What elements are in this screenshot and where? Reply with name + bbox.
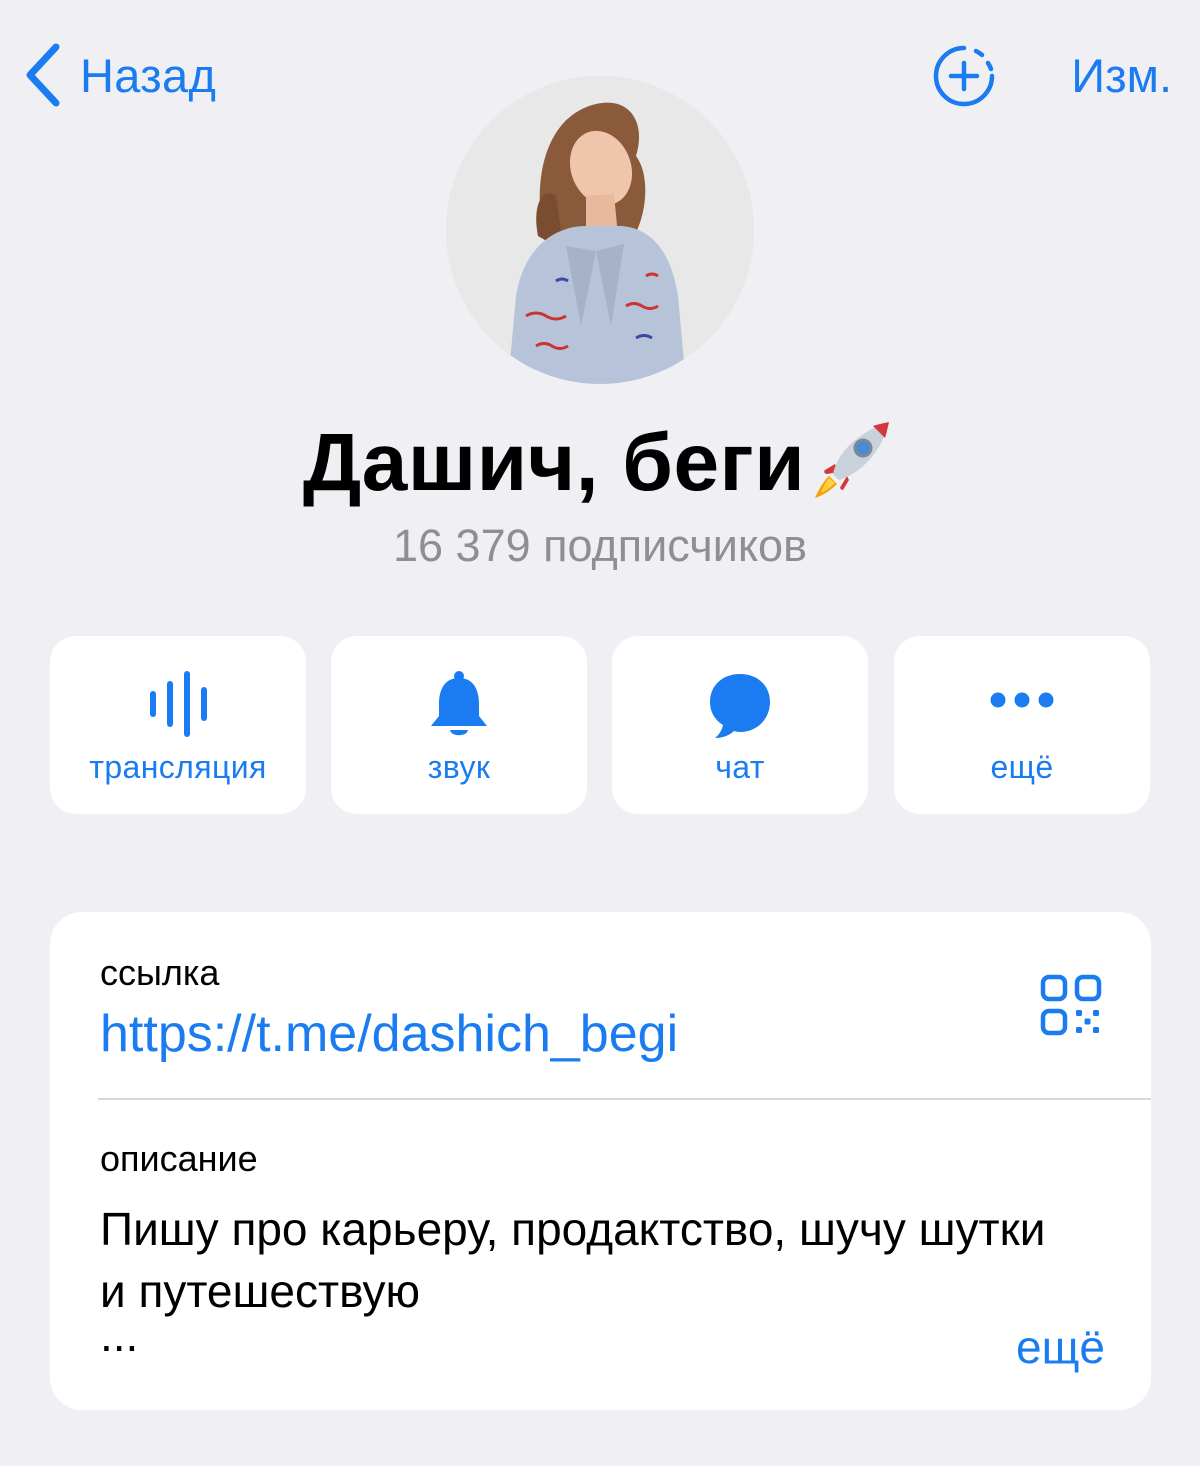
description-ellipsis: ... bbox=[100, 1309, 139, 1361]
more-label: ещё bbox=[990, 749, 1054, 785]
subscriber-count: 16 379 подписчиков bbox=[392, 520, 807, 571]
divider bbox=[98, 1098, 1151, 1100]
edit-button[interactable]: Изм. bbox=[1071, 48, 1172, 103]
qr-code-icon[interactable] bbox=[1040, 974, 1102, 1036]
back-button[interactable]: Назад bbox=[22, 38, 216, 112]
voice-chat-button[interactable]: трансляция bbox=[50, 636, 306, 814]
action-buttons-row: трансляция звук чат ещё bbox=[50, 636, 1151, 814]
channel-profile-screen: Назад Изм. Дашич, беги 16 379 подписчико… bbox=[0, 0, 1200, 1466]
link-section-title: ссылка bbox=[100, 952, 220, 993]
channel-link[interactable]: https://t.me/dashich_begi bbox=[100, 1004, 678, 1064]
chevron-left-icon bbox=[26, 43, 60, 107]
more-dots-icon bbox=[984, 666, 1060, 742]
chat-bubble-icon bbox=[702, 666, 778, 742]
sound-label: звук bbox=[427, 749, 491, 785]
chat-label: чат bbox=[715, 749, 765, 785]
avatar-photo bbox=[446, 76, 754, 384]
description-text: Пишу про карьеру, продактство, шучу шутк… bbox=[100, 1203, 1046, 1317]
chat-button[interactable]: чат bbox=[612, 636, 868, 814]
more-button[interactable]: ещё bbox=[894, 636, 1150, 814]
back-label: Назад bbox=[80, 48, 217, 102]
voice-chat-label: трансляция bbox=[89, 749, 267, 785]
channel-info-card: ссылка https://t.me/dashich_begi описани… bbox=[50, 912, 1151, 1410]
sound-button[interactable]: звук bbox=[331, 636, 587, 814]
description-section-title: описание bbox=[100, 1138, 258, 1179]
add-story-icon bbox=[933, 45, 995, 107]
voice-chat-icon bbox=[140, 666, 216, 742]
rocket-icon bbox=[815, 422, 890, 498]
description-more-button[interactable]: ещё bbox=[1016, 1320, 1105, 1374]
bell-icon bbox=[421, 666, 497, 742]
channel-title: Дашич, беги bbox=[0, 416, 1200, 510]
channel-name-text: Дашич, беги bbox=[302, 417, 806, 508]
add-story-button[interactable] bbox=[932, 44, 996, 108]
channel-avatar[interactable] bbox=[446, 76, 754, 384]
